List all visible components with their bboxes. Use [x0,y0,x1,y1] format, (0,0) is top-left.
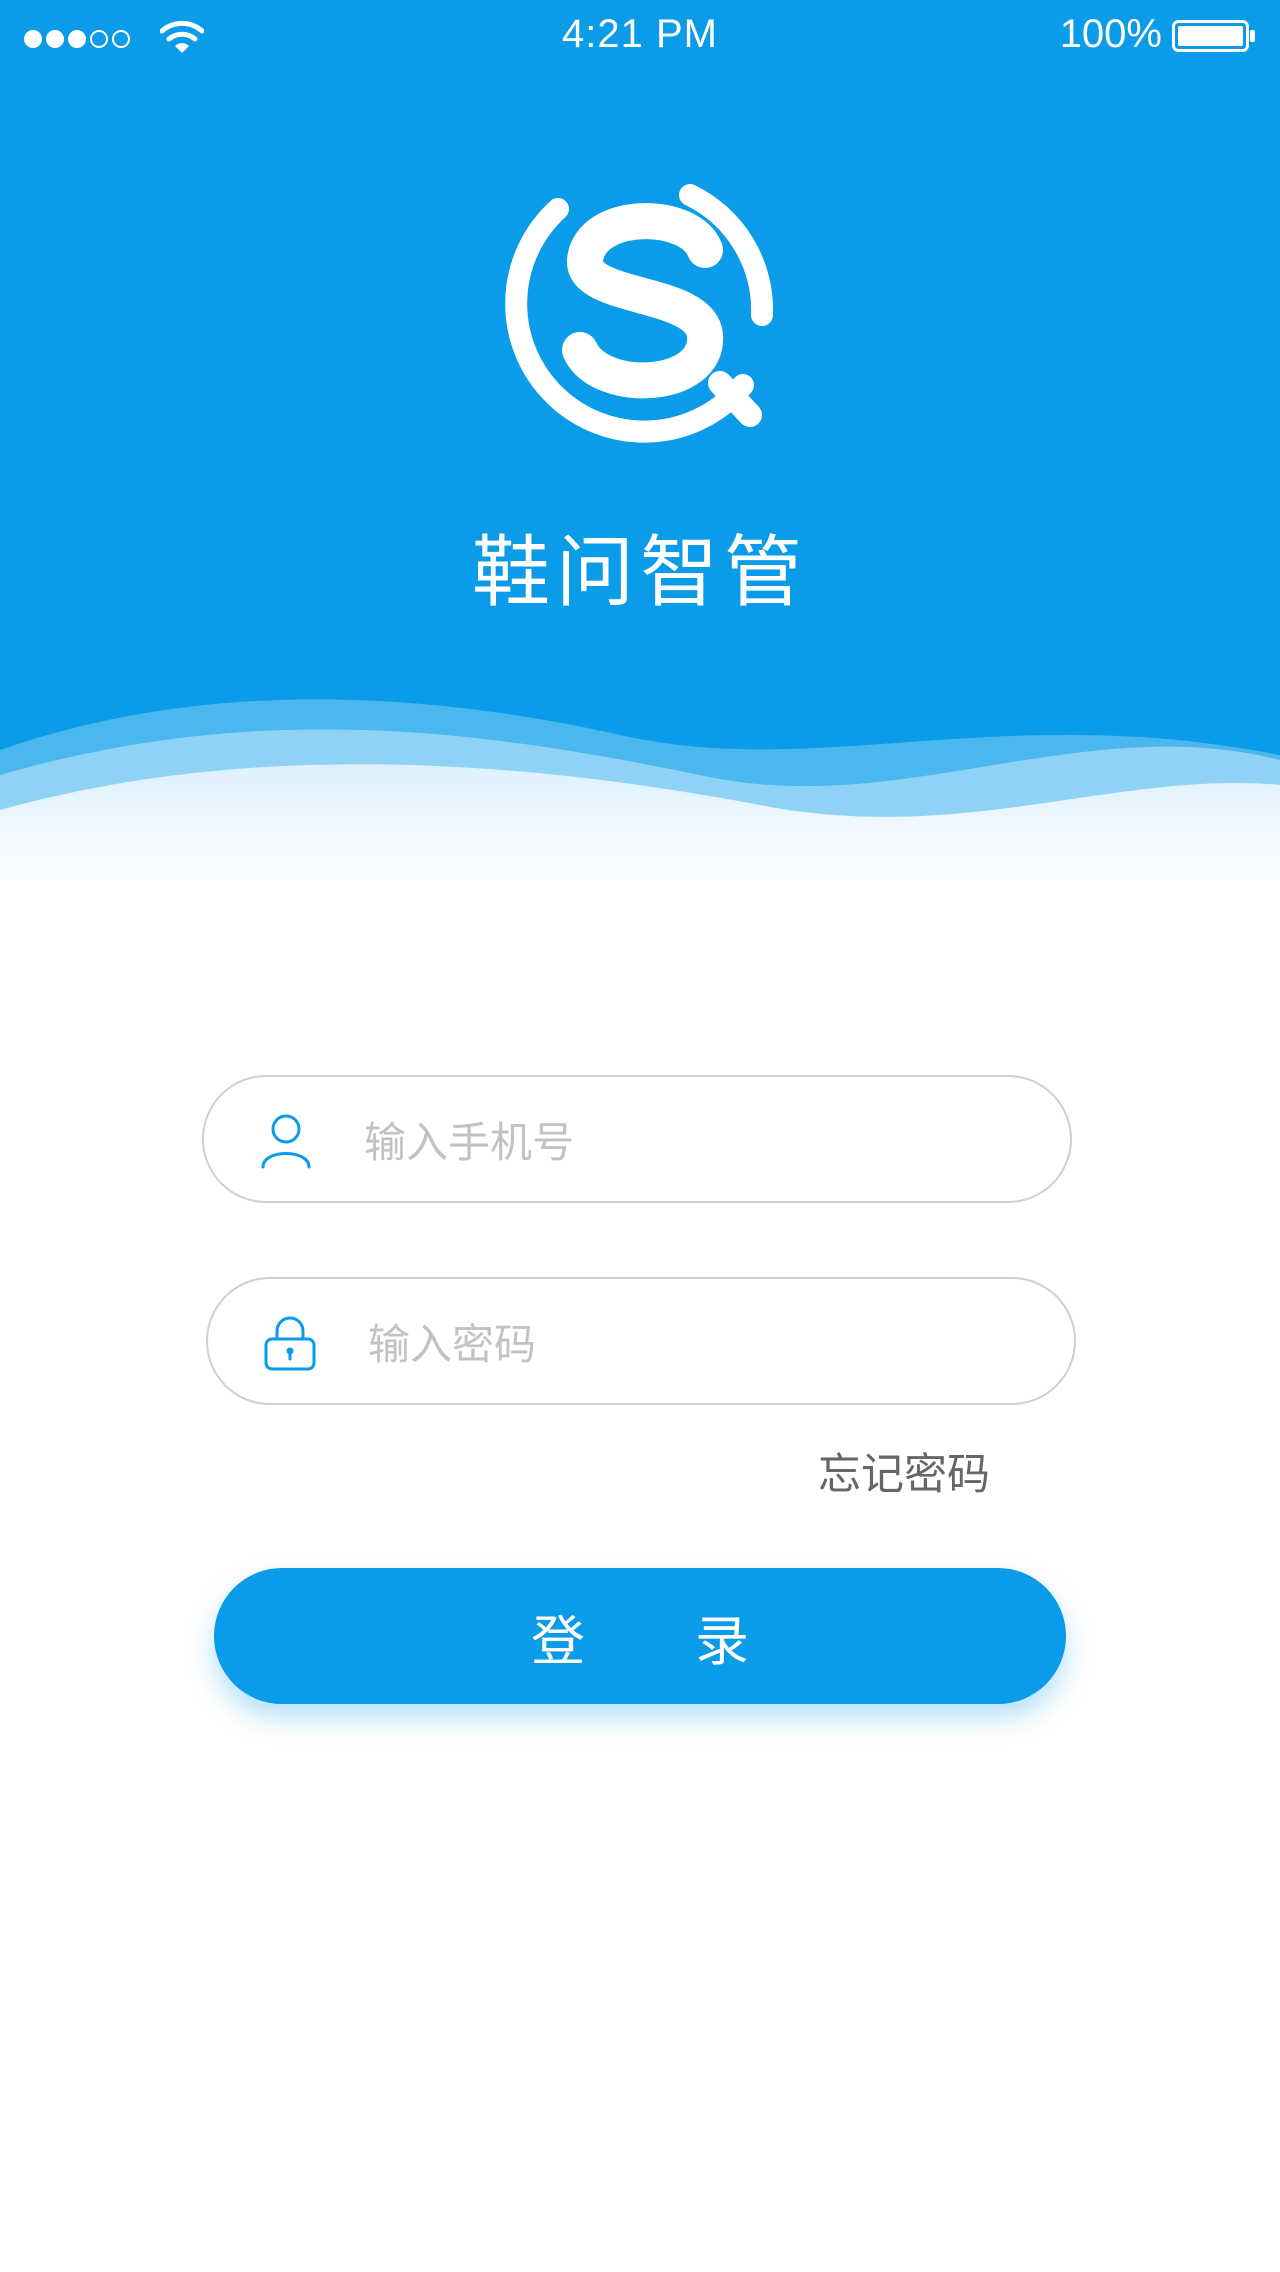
login-label-part2: 录 [695,1609,749,1673]
header-banner: 4:21 PM 100% 鞋问智管 [0,0,1280,915]
wave-decoration [0,699,1280,915]
status-bar: 4:21 PM 100% [0,0,1280,72]
login-label-part1: 登 [531,1609,585,1673]
password-input[interactable] [366,1299,1010,1389]
login-button[interactable]: 登 录 [214,1568,1066,1704]
forgot-password-link[interactable]: 忘记密码 [818,1440,990,1502]
phone-field[interactable] [202,1075,1072,1203]
app-logo-icon [505,184,774,443]
battery-icon [1172,20,1255,52]
phone-input[interactable] [362,1097,1006,1187]
password-field[interactable] [206,1277,1076,1405]
user-icon [261,1114,311,1169]
app-title: 鞋问智管 [471,528,808,618]
login-screen: 4:21 PM 100% 鞋问智管 输入手机号 忘记密码 登 录 [0,0,1280,2272]
lock-icon [264,1316,316,1371]
battery-percentage: 100% [1059,12,1162,56]
